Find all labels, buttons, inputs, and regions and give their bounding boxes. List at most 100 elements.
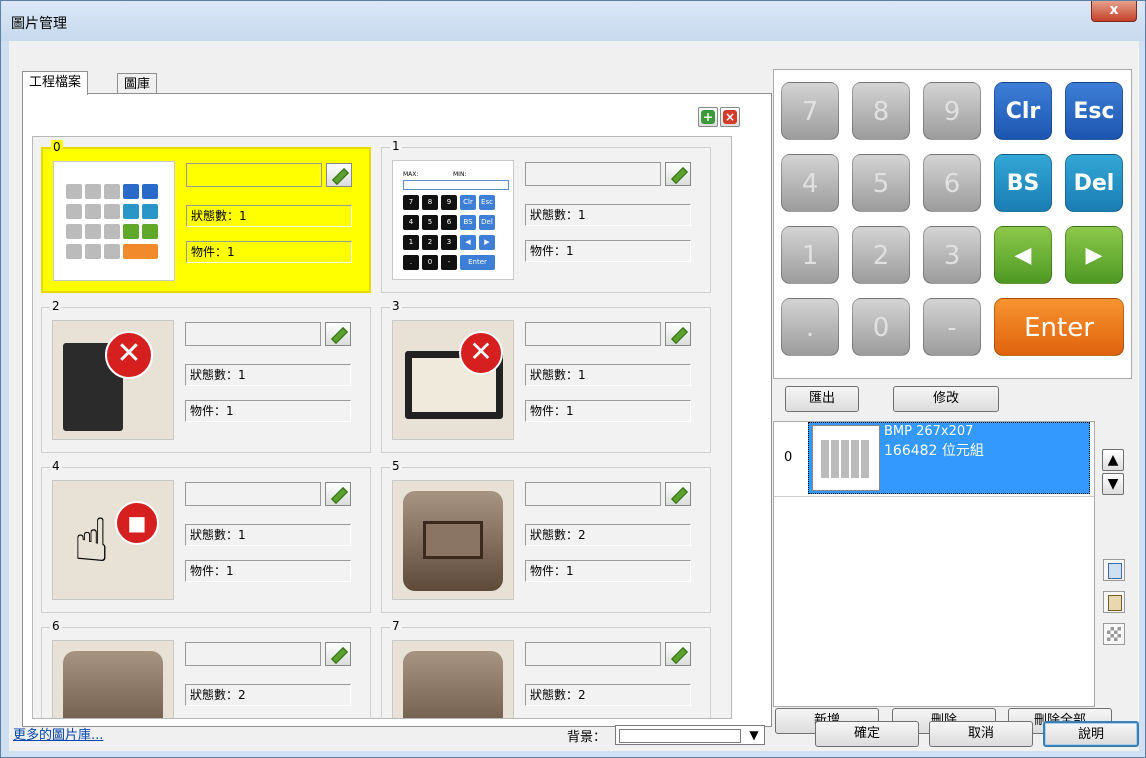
image-card[interactable]: 3 ✕ 狀態數：1 物件：1 — [381, 299, 711, 453]
edit-name-button[interactable] — [325, 322, 351, 346]
object-count: 物件：1 — [525, 560, 691, 582]
preview-key: 2 — [852, 226, 910, 284]
preview-key: 5 — [852, 154, 910, 212]
image-card-list[interactable]: 0 狀態數：1 物件：1 1 MAX: MIN: 7 8 9 Clr Esc 4… — [32, 136, 732, 719]
image-name-field[interactable] — [186, 163, 322, 187]
background-label: 背景： — [567, 730, 607, 745]
paste-icon[interactable] — [1108, 595, 1122, 611]
image-card[interactable]: 5 狀態數：2 物件：1 — [381, 459, 711, 613]
preview-key: 0 — [852, 298, 910, 356]
preview-key: 1 — [781, 226, 839, 284]
state-count: 狀態數：2 — [185, 684, 351, 706]
object-count: 物件：1 — [525, 400, 691, 422]
list-item[interactable]: 0 BMP 267x207 166482 位元組 — [774, 422, 1094, 497]
edit-name-button[interactable] — [665, 482, 691, 506]
brown-button-inset — [423, 521, 483, 559]
remove-image-button[interactable]: × — [720, 107, 740, 127]
more-gallery-link[interactable]: 更多的圖片庫... — [13, 724, 103, 743]
background-color-swatch — [619, 729, 741, 743]
image-card[interactable]: 2 ✕ 狀態數：1 物件：1 — [41, 299, 371, 453]
preview-key: ◀ — [994, 226, 1052, 284]
edit-name-button[interactable] — [665, 322, 691, 346]
image-name-field[interactable] — [185, 482, 321, 506]
edit-name-button[interactable] — [325, 642, 351, 666]
state-count: 狀態數：2 — [525, 524, 691, 546]
checkerboard-icon[interactable] — [1107, 627, 1121, 641]
close-icon[interactable]: x — [1109, 2, 1118, 18]
card-number: 0 — [51, 140, 63, 154]
min-label: MIN: — [453, 171, 467, 178]
ok-button[interactable]: 確定 — [815, 721, 919, 747]
move-down-button[interactable]: ▼ — [1102, 473, 1124, 495]
card-number: 2 — [50, 299, 62, 313]
edit-name-button[interactable] — [325, 482, 351, 506]
image-card[interactable]: 4 ☝ ■ 狀態數：1 物件：1 — [41, 459, 371, 613]
object-count: 物件：1 — [525, 240, 691, 262]
preview-key: ▶ — [1065, 226, 1123, 284]
dropdown-arrow-icon[interactable]: ▼ — [744, 726, 764, 744]
value-display — [403, 180, 509, 190]
image-preview: 7 8 9 Clr Esc 4 5 6 BS Del 1 2 3 ◀ ▶. 0- Enter — [773, 69, 1132, 379]
move-up-button[interactable]: ▲ — [1102, 449, 1124, 471]
image-name-field[interactable] — [525, 322, 661, 346]
monitor-error-thumbnail: ✕ — [392, 320, 514, 440]
max-label: MAX: — [403, 171, 419, 178]
tab-project-files[interactable]: 工程檔案 — [22, 71, 89, 95]
window-title: 圖片管理 — [11, 16, 67, 32]
error-x-icon: ✕ — [459, 331, 503, 375]
add-image-button[interactable]: + — [698, 107, 718, 127]
preview-key: Del — [1065, 154, 1123, 212]
up-arrow-icon[interactable]: ▲ — [1108, 452, 1119, 468]
edit-name-button[interactable] — [665, 642, 691, 666]
state-count: 狀態數：1 — [185, 524, 351, 546]
image-card[interactable]: 1 MAX: MIN: 7 8 9 Clr Esc 4 5 6 BS Del 1 2 3 ◀ ▶ .0-… — [381, 139, 711, 293]
card-number: 6 — [50, 619, 62, 633]
card-number: 1 — [390, 139, 402, 153]
edit-name-button[interactable] — [326, 163, 352, 187]
list-item-thumbnail — [812, 425, 880, 491]
image-name-field[interactable] — [525, 482, 661, 506]
export-button[interactable]: 匯出 — [785, 386, 859, 412]
lock-icon: ■ — [115, 501, 159, 545]
state-count: 狀態數：1 — [525, 204, 691, 226]
preview-key: 6 — [923, 154, 981, 212]
state-count: 狀態數：1 — [186, 205, 352, 227]
object-count: 物件：1 — [185, 560, 351, 582]
hand-lock-thumbnail: ☝ ■ — [52, 480, 174, 600]
paste-button[interactable] — [1103, 591, 1125, 613]
image-state-list[interactable]: 0 BMP 267x207 166482 位元組 — [773, 421, 1095, 707]
picture-manager-window: 圖片管理 x 工程檔案 圖庫 + × 0 狀態數：1 物件：1 1 MAX: M… — [0, 0, 1146, 758]
image-card[interactable]: 7 狀態數：2 — [381, 619, 711, 718]
down-arrow-icon[interactable]: ▼ — [1108, 476, 1119, 492]
add-image-icon[interactable]: + — [701, 110, 715, 124]
preview-key: 8 — [852, 82, 910, 140]
image-card[interactable]: 0 狀態數：1 物件：1 — [41, 140, 371, 293]
brown-button-image — [63, 651, 163, 718]
object-count: 物件：1 — [185, 400, 351, 422]
title-bar: 圖片管理 x — [1, 1, 1145, 41]
image-name-field[interactable] — [185, 642, 321, 666]
card-number: 3 — [390, 299, 402, 313]
hand-pointer-icon: ☝ — [73, 506, 110, 576]
list-item-info-line-2: 166482 位元組 — [884, 443, 984, 459]
help-button[interactable]: 說明 — [1043, 721, 1139, 747]
remove-image-icon[interactable]: × — [723, 110, 737, 124]
preview-key: Esc — [1065, 82, 1123, 140]
copy-button[interactable] — [1103, 559, 1125, 581]
tab-gallery[interactable]: 圖庫 — [117, 73, 158, 95]
modify-button[interactable]: 修改 — [893, 386, 999, 412]
copy-icon[interactable] — [1108, 563, 1122, 579]
image-name-field[interactable] — [525, 162, 661, 186]
background-color-select[interactable]: ▼ — [615, 725, 765, 745]
gray-keypad-preview — [66, 184, 166, 264]
preview-key: 7 — [781, 82, 839, 140]
edit-name-button[interactable] — [665, 162, 691, 186]
transparency-button[interactable] — [1103, 623, 1125, 645]
image-name-field[interactable] — [525, 642, 661, 666]
preview-key: 3 — [923, 226, 981, 284]
close-button[interactable]: x — [1091, 1, 1137, 22]
image-card[interactable]: 6 狀態數：2 — [41, 619, 371, 718]
card-number: 4 — [50, 459, 62, 473]
image-name-field[interactable] — [185, 322, 321, 346]
cancel-button[interactable]: 取消 — [929, 721, 1033, 747]
